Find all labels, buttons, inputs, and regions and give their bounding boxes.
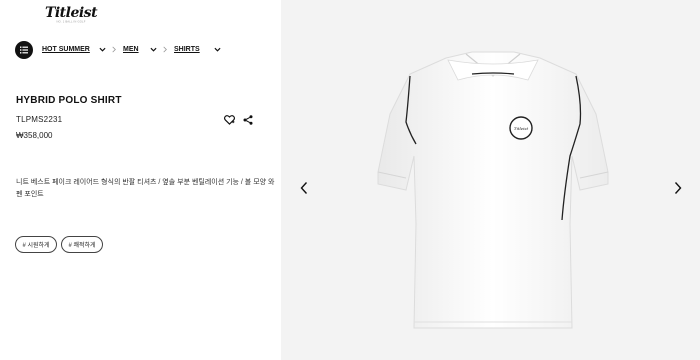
brand-logo[interactable]: Titleist NO. 1 BALL IN GOLF (44, 6, 98, 24)
wishlist-button[interactable] (223, 114, 235, 126)
chevron-right-icon[interactable] (673, 181, 683, 195)
share-icon (243, 115, 253, 125)
chevron-down-icon[interactable] (150, 46, 157, 53)
patch-text: Titleist (514, 126, 529, 131)
breadcrumb-hot-summer[interactable]: HOT SUMMER (42, 45, 90, 54)
breadcrumb-shirts[interactable]: SHIRTS (174, 45, 200, 54)
breadcrumb-men[interactable]: MEN (123, 45, 139, 54)
product-info-panel: Titleist NO. 1 BALL IN GOLF HOT SUMMER M… (0, 0, 281, 360)
list-icon (20, 46, 28, 54)
logo-tagline: NO. 1 BALL IN GOLF (56, 20, 86, 24)
chevron-left-icon[interactable] (299, 181, 309, 195)
product-title: HYBRID POLO SHIRT (16, 95, 122, 106)
category-menu-button[interactable] (15, 41, 33, 59)
hashtag-cool[interactable]: # 시원하게 (15, 236, 57, 253)
hashtag-fresh[interactable]: # 쾌적하게 (61, 236, 103, 253)
product-image-polo-shirt: Titleist (377, 51, 609, 329)
chevron-right-icon (112, 46, 116, 53)
product-code: TLPMS2231 (16, 115, 63, 124)
share-button[interactable] (242, 114, 254, 126)
chevron-down-icon[interactable] (99, 46, 106, 53)
heart-icon (223, 115, 235, 125)
product-price: ₩358,000 (16, 131, 53, 140)
product-description: 니트 베스트 페이크 레이어드 형식의 반팔 티셔츠 / 옆솔 부분 벤틸레이션… (16, 179, 275, 198)
chevron-right-icon (163, 46, 167, 53)
chevron-down-icon[interactable] (214, 46, 221, 53)
logo-wordmark: Titleist (44, 5, 98, 21)
